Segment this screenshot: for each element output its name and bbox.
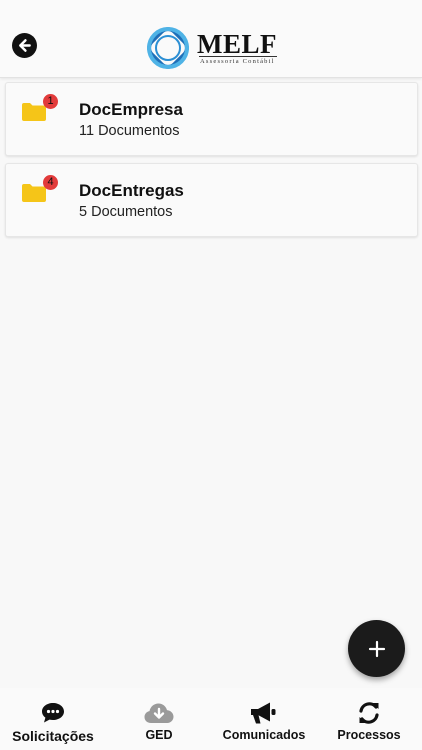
brand-logo: MELF Assessoria Contábil bbox=[143, 23, 283, 75]
cloud-download-icon bbox=[144, 703, 174, 723]
folder-card-docempresa[interactable]: 1 DocEmpresa 11 Documentos bbox=[5, 82, 418, 156]
tab-solicitacoes[interactable]: Solicitações bbox=[5, 688, 101, 750]
tab-comunicados[interactable]: Comunicados bbox=[216, 688, 312, 750]
notification-badge: 1 bbox=[43, 94, 58, 109]
chat-bubble-icon bbox=[42, 703, 64, 723]
logo-mark-icon bbox=[147, 27, 189, 69]
bottom-tab-bar: Solicitações GED Comunicados Processos bbox=[0, 688, 422, 750]
tab-label: Processos bbox=[337, 728, 401, 742]
plus-icon bbox=[368, 640, 385, 657]
megaphone-icon bbox=[251, 702, 276, 724]
tab-ged[interactable]: GED bbox=[128, 688, 190, 750]
tab-label: GED bbox=[145, 728, 173, 742]
folder-title: DocEntregas bbox=[79, 181, 184, 200]
tab-label: Comunicados bbox=[222, 728, 306, 742]
sync-icon bbox=[359, 702, 379, 724]
brand-divider bbox=[199, 56, 277, 57]
folder-card-docentregas[interactable]: 4 DocEntregas 5 Documentos bbox=[5, 163, 418, 237]
folder-title: DocEmpresa bbox=[79, 100, 183, 119]
notification-badge: 4 bbox=[43, 175, 58, 190]
back-button[interactable] bbox=[12, 33, 37, 58]
brand-tagline: Assessoria Contábil bbox=[200, 58, 275, 65]
arrow-left-icon bbox=[19, 39, 31, 52]
folder-document-count: 11 Documentos bbox=[79, 123, 180, 139]
tab-label: Solicitações bbox=[12, 728, 94, 744]
folder-document-count: 5 Documentos bbox=[79, 204, 173, 220]
tab-processos[interactable]: Processos bbox=[330, 688, 408, 750]
add-button[interactable] bbox=[348, 620, 405, 677]
app-header: MELF Assessoria Contábil bbox=[0, 0, 422, 78]
